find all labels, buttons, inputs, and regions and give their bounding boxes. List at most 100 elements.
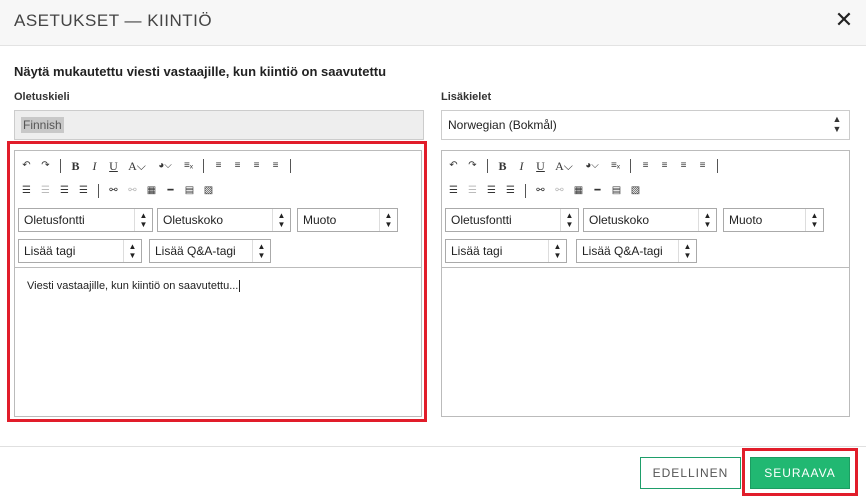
- size-dropdown[interactable]: Oletuskoko ▲ ▼: [157, 208, 291, 232]
- close-icon[interactable]: ✕: [832, 6, 856, 34]
- table-icon[interactable]: ▦: [569, 182, 588, 200]
- font-dropdown[interactable]: Oletusfontti ▲ ▼: [445, 208, 579, 232]
- undo-icon[interactable]: ↶: [444, 157, 463, 175]
- background-color-icon[interactable]: ◕⌵: [151, 157, 179, 175]
- tag-dropdown-value: Lisää tagi: [24, 244, 76, 258]
- editor-content[interactable]: [442, 268, 849, 416]
- align-center-icon[interactable]: ≡: [655, 157, 674, 175]
- default-language-editor: ↶ ↷ B I U A⌵ ◕⌵ ≡ₓ ≡ ≡ ≡ ≡ ☰ ☰ ☰ ☰ ⚯ ⚯ ▦…: [14, 150, 422, 417]
- indent-icon[interactable]: ☰: [463, 182, 482, 200]
- next-button[interactable]: SEURAAVA: [750, 457, 850, 489]
- size-dropdown[interactable]: Oletuskoko ▲ ▼: [583, 208, 717, 232]
- additional-language-editor: ↶ ↷ B I U A⌵ ◕⌵ ≡ₓ ≡ ≡ ≡ ≡ ☰ ☰ ☰ ☰ ⚯ ⚯ ▦…: [441, 150, 850, 417]
- size-dropdown-value: Oletuskoko: [163, 213, 224, 227]
- dropdown-arrows-icon: ▲ ▼: [805, 209, 823, 231]
- bullet-list-icon[interactable]: ☰: [501, 182, 520, 200]
- format-dropdown-value: Muoto: [303, 213, 337, 227]
- additional-language-value: Norwegian (Bokmål): [448, 118, 557, 132]
- clear-format-icon[interactable]: ≡ₓ: [179, 157, 198, 175]
- toolbar-separator: [717, 159, 718, 173]
- additional-languages-label: Lisäkielet: [441, 91, 492, 103]
- format-dropdown[interactable]: Muoto ▲ ▼: [723, 208, 824, 232]
- align-right-icon[interactable]: ≡: [247, 157, 266, 175]
- tag-dropdown[interactable]: Lisää tagi ▲ ▼: [445, 239, 567, 263]
- underline-icon[interactable]: U: [104, 157, 123, 175]
- qa-tag-dropdown[interactable]: Lisää Q&A-tagi ▲ ▼: [576, 239, 697, 263]
- text-color-icon[interactable]: A⌵: [550, 157, 578, 175]
- italic-icon[interactable]: I: [85, 157, 104, 175]
- text-color-icon[interactable]: A⌵: [123, 157, 151, 175]
- font-dropdown-value: Oletusfontti: [24, 213, 85, 227]
- align-left-icon[interactable]: ≡: [636, 157, 655, 175]
- toolbar-separator: [203, 159, 204, 173]
- redo-icon[interactable]: ↷: [36, 157, 55, 175]
- numbered-list-icon[interactable]: ☰: [55, 182, 74, 200]
- default-language-field: Finnish: [14, 110, 424, 140]
- link-icon[interactable]: ⚯: [531, 182, 550, 200]
- toolbar-separator: [487, 159, 488, 173]
- dropdown-arrows-icon: ▲ ▼: [134, 209, 152, 231]
- underline-icon[interactable]: U: [531, 157, 550, 175]
- undo-icon[interactable]: ↶: [17, 157, 36, 175]
- toolbar-separator: [60, 159, 61, 173]
- dropdown-arrows-icon: ▲ ▼: [123, 240, 141, 262]
- image-icon[interactable]: ▧: [199, 182, 218, 200]
- toolbar-separator: [290, 159, 291, 173]
- image-icon[interactable]: ▧: [626, 182, 645, 200]
- outdent-icon[interactable]: ☰: [444, 182, 463, 200]
- bullet-list-icon[interactable]: ☰: [74, 182, 93, 200]
- redo-icon[interactable]: ↷: [463, 157, 482, 175]
- indent-icon[interactable]: ☰: [36, 182, 55, 200]
- qa-tag-dropdown-value: Lisää Q&A-tagi: [155, 244, 236, 258]
- italic-icon[interactable]: I: [512, 157, 531, 175]
- default-language-value: Finnish: [21, 117, 64, 133]
- select-arrows-icon: ▲ ▼: [832, 114, 842, 134]
- editor-toolbar: ↶ ↷ B I U A⌵ ◕⌵ ≡ₓ ≡ ≡ ≡ ≡ ☰ ☰ ☰ ☰ ⚯ ⚯ ▦…: [442, 151, 849, 268]
- dropdown-arrows-icon: ▲ ▼: [548, 240, 566, 262]
- horizontal-rule-icon[interactable]: ━: [588, 182, 607, 200]
- additional-language-select[interactable]: Norwegian (Bokmål) ▲ ▼: [441, 110, 850, 140]
- editor-toolbar: ↶ ↷ B I U A⌵ ◕⌵ ≡ₓ ≡ ≡ ≡ ≡ ☰ ☰ ☰ ☰ ⚯ ⚯ ▦…: [15, 151, 421, 268]
- footer-divider: [0, 446, 866, 447]
- dropdown-arrows-icon: ▲ ▼: [272, 209, 290, 231]
- source-icon[interactable]: ▤: [607, 182, 626, 200]
- align-justify-icon[interactable]: ≡: [693, 157, 712, 175]
- background-color-icon[interactable]: ◕⌵: [578, 157, 606, 175]
- align-justify-icon[interactable]: ≡: [266, 157, 285, 175]
- bold-icon[interactable]: B: [66, 157, 85, 175]
- dropdown-arrows-icon: ▲ ▼: [698, 209, 716, 231]
- dialog-title: ASETUKSET — KIINTIÖ: [14, 11, 213, 30]
- font-dropdown[interactable]: Oletusfontti ▲ ▼: [18, 208, 153, 232]
- qa-tag-dropdown-value: Lisää Q&A-tagi: [582, 244, 663, 258]
- bold-icon[interactable]: B: [493, 157, 512, 175]
- dropdown-arrows-icon: ▲ ▼: [560, 209, 578, 231]
- table-icon[interactable]: ▦: [142, 182, 161, 200]
- toolbar-separator: [525, 184, 526, 198]
- editor-content[interactable]: Viesti vastaajille, kun kiintiö on saavu…: [15, 268, 421, 416]
- default-language-label: Oletuskieli: [14, 91, 70, 103]
- format-dropdown[interactable]: Muoto ▲ ▼: [297, 208, 398, 232]
- dropdown-arrows-icon: ▲ ▼: [678, 240, 696, 262]
- tag-dropdown[interactable]: Lisää tagi ▲ ▼: [18, 239, 142, 263]
- link-icon[interactable]: ⚯: [104, 182, 123, 200]
- source-icon[interactable]: ▤: [180, 182, 199, 200]
- unlink-icon[interactable]: ⚯: [123, 182, 142, 200]
- align-left-icon[interactable]: ≡: [209, 157, 228, 175]
- clear-format-icon[interactable]: ≡ₓ: [606, 157, 625, 175]
- section-heading: Näytä mukautettu viesti vastaajille, kun…: [14, 64, 387, 79]
- size-dropdown-value: Oletuskoko: [589, 213, 650, 227]
- previous-button[interactable]: EDELLINEN: [640, 457, 741, 489]
- editor-text: Viesti vastaajille, kun kiintiö on saavu…: [27, 280, 239, 292]
- align-center-icon[interactable]: ≡: [228, 157, 247, 175]
- tag-dropdown-value: Lisää tagi: [451, 244, 503, 258]
- text-cursor: [239, 280, 241, 292]
- numbered-list-icon[interactable]: ☰: [482, 182, 501, 200]
- align-right-icon[interactable]: ≡: [674, 157, 693, 175]
- toolbar-separator: [630, 159, 631, 173]
- format-dropdown-value: Muoto: [729, 213, 763, 227]
- horizontal-rule-icon[interactable]: ━: [161, 182, 180, 200]
- qa-tag-dropdown[interactable]: Lisää Q&A-tagi ▲ ▼: [149, 239, 271, 263]
- unlink-icon[interactable]: ⚯: [550, 182, 569, 200]
- dropdown-arrows-icon: ▲ ▼: [252, 240, 270, 262]
- outdent-icon[interactable]: ☰: [17, 182, 36, 200]
